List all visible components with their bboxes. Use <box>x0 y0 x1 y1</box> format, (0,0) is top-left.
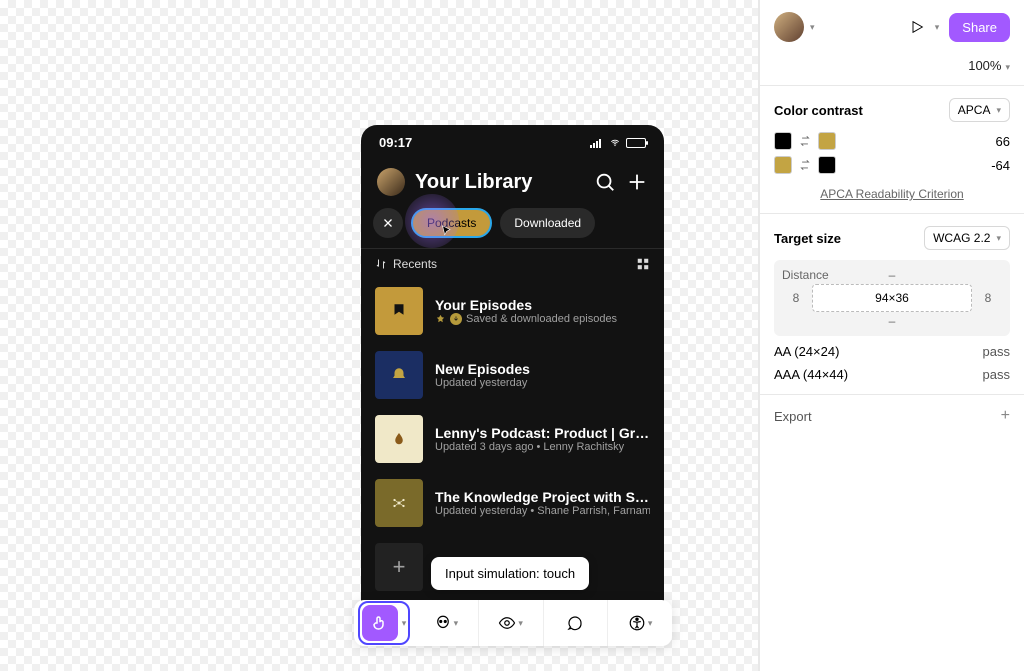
add-icon: + <box>375 543 423 591</box>
item-title: Your Episodes <box>435 297 650 313</box>
sort-row[interactable]: Recents <box>361 249 664 279</box>
chevron-down-icon: ▾ <box>996 233 1001 244</box>
chevron-down-icon[interactable]: ▾ <box>454 618 459 629</box>
filter-chips: Podcasts Downloaded <box>361 204 664 248</box>
chevron-down-icon[interactable]: ▾ <box>935 22 940 33</box>
chat-icon <box>566 614 584 632</box>
status-time: 09:17 <box>379 135 412 150</box>
share-button[interactable]: Share <box>949 13 1010 42</box>
blob-icon <box>434 614 452 632</box>
eye-icon <box>498 614 516 632</box>
apca-link[interactable]: APCA Readability Criterion <box>820 187 963 201</box>
contrast-mode-dropdown[interactable]: APCA ▾ <box>949 98 1010 122</box>
status-bar: 09:17 <box>361 125 664 154</box>
page-title: Your Library <box>415 171 584 194</box>
user-avatar[interactable] <box>774 12 804 42</box>
accessibility-icon <box>628 614 646 632</box>
chevron-down-icon[interactable]: ▾ <box>402 618 407 629</box>
vision-tool[interactable]: ▾ <box>414 600 478 646</box>
library-list: Your Episodes Saved & downloaded episode… <box>361 279 664 599</box>
chat-tool[interactable] <box>543 600 608 646</box>
phone-mockup: 09:17 Your Library Podcasts Downloaded <box>361 125 664 645</box>
pin-icon <box>435 314 446 325</box>
artwork-your-episodes <box>375 287 423 335</box>
artwork-podcast <box>375 415 423 463</box>
touch-simulation-button[interactable]: ▾ <box>358 601 411 645</box>
sort-icon <box>375 258 387 270</box>
accessibility-tool[interactable]: ▾ <box>607 600 672 646</box>
color-swatch <box>774 156 792 174</box>
prototype-toolbar: ▾ ▾ ▾ ▾ <box>354 600 672 646</box>
swatch-pair[interactable] <box>774 156 836 174</box>
plus-icon[interactable]: + <box>1001 407 1010 425</box>
search-icon[interactable] <box>594 171 616 193</box>
simulation-tooltip: Input simulation: touch <box>431 557 589 590</box>
zoom-control[interactable]: 100%▾ <box>760 54 1024 85</box>
cursor-icon <box>441 224 453 238</box>
aaa-result: pass <box>983 367 1010 382</box>
color-swatch <box>818 156 836 174</box>
inspector-panel: ▾ ▾ Share 100%▾ Color contrast APCA ▾ 66 <box>759 0 1024 671</box>
clear-filter-button[interactable] <box>373 208 403 238</box>
aaa-label: AAA (44×44) <box>774 367 848 382</box>
signal-icon <box>590 138 604 148</box>
chevron-down-icon[interactable]: ▾ <box>810 22 815 33</box>
export-section[interactable]: Export + <box>760 394 1024 437</box>
aa-result: pass <box>983 344 1010 359</box>
chevron-down-icon: ▾ <box>1005 62 1010 72</box>
battery-icon <box>626 138 646 148</box>
swap-icon[interactable] <box>798 134 812 148</box>
eye-tool[interactable]: ▾ <box>478 600 543 646</box>
list-item[interactable]: New Episodes Updated yesterday <box>375 343 650 407</box>
play-icon[interactable] <box>909 19 925 35</box>
list-item[interactable]: The Knowledge Project with Shane P… Upda… <box>375 471 650 535</box>
artwork-podcast <box>375 479 423 527</box>
target-dimensions: 94×36 <box>812 284 972 312</box>
sort-label: Recents <box>393 257 437 271</box>
list-item[interactable]: Your Episodes Saved & downloaded episode… <box>375 279 650 343</box>
chevron-down-icon[interactable]: ▾ <box>518 618 523 629</box>
artwork-new-episodes <box>375 351 423 399</box>
grid-view-icon[interactable] <box>636 257 650 271</box>
chip-downloaded[interactable]: Downloaded <box>500 208 595 238</box>
item-title: The Knowledge Project with Shane P… <box>435 489 650 505</box>
plus-icon[interactable] <box>626 171 648 193</box>
chevron-down-icon: ▾ <box>996 105 1001 116</box>
design-canvas[interactable]: 09:17 Your Library Podcasts Downloaded <box>0 0 759 671</box>
hand-icon <box>371 614 389 632</box>
contrast-value: 66 <box>996 134 1010 149</box>
section-title: Target size <box>774 231 841 246</box>
color-swatch <box>774 132 792 150</box>
swatch-pair[interactable] <box>774 132 836 150</box>
library-header: Your Library <box>361 154 664 204</box>
aa-label: AA (24×24) <box>774 344 839 359</box>
item-title: Lenny's Podcast: Product | Growth | C… <box>435 425 650 441</box>
download-badge-icon <box>450 313 462 325</box>
target-size-diagram: Distance – 8 94×36 8 – <box>774 260 1010 336</box>
user-avatar[interactable] <box>377 168 405 196</box>
swap-icon[interactable] <box>798 158 812 172</box>
list-item[interactable]: Lenny's Podcast: Product | Growth | C… U… <box>375 407 650 471</box>
contrast-value: -64 <box>991 158 1010 173</box>
chevron-down-icon[interactable]: ▾ <box>648 618 653 629</box>
contrast-section: Color contrast APCA ▾ 66 -64 APCA Readab <box>760 85 1024 213</box>
target-size-section: Target size WCAG 2.2 ▾ Distance – 8 94×3… <box>760 213 1024 394</box>
item-title: New Episodes <box>435 361 650 377</box>
target-mode-dropdown[interactable]: WCAG 2.2 ▾ <box>924 226 1010 250</box>
color-swatch <box>818 132 836 150</box>
wifi-icon <box>608 138 622 148</box>
section-title: Color contrast <box>774 103 863 118</box>
